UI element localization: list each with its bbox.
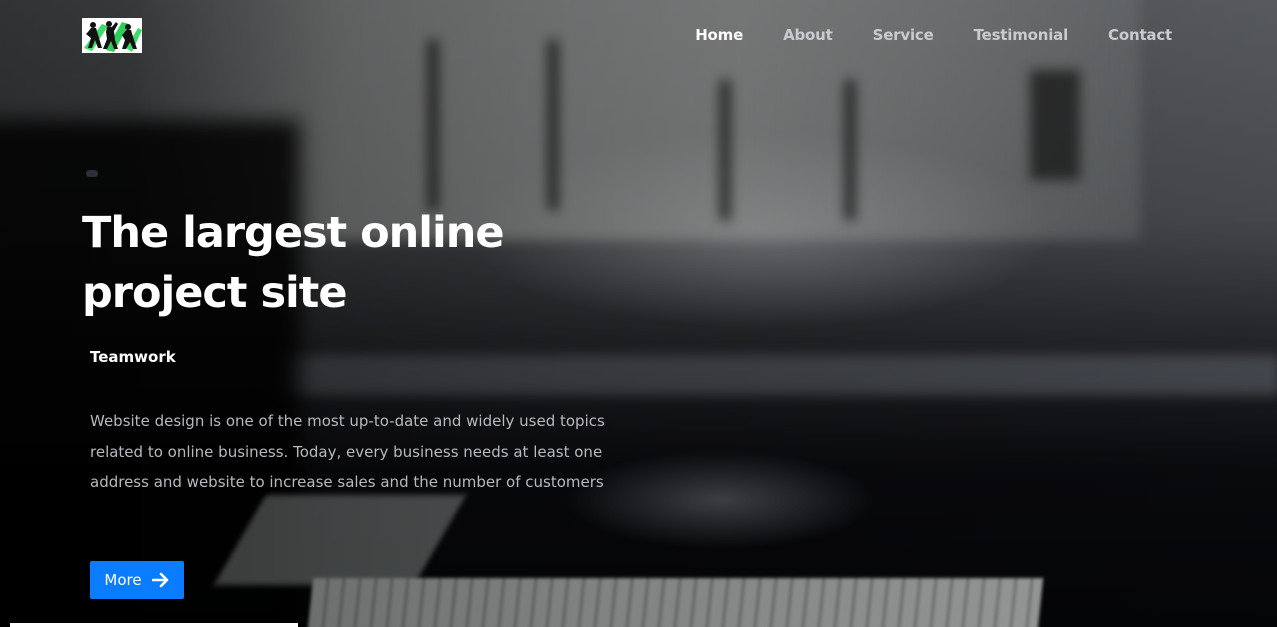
progress-indicator bbox=[10, 623, 298, 627]
teamwork-figures-logo-icon bbox=[82, 18, 142, 53]
nav-item-service[interactable]: Service bbox=[873, 26, 934, 44]
site-logo[interactable] bbox=[82, 18, 142, 53]
hero-section: Home About Service Testimonial Contact T… bbox=[0, 0, 1277, 627]
hero-title: The largest online project site bbox=[82, 208, 505, 318]
decorative-dot bbox=[86, 170, 98, 177]
hero-subtitle: Teamwork bbox=[90, 348, 176, 366]
nav-item-about[interactable]: About bbox=[783, 26, 833, 44]
more-button-label: More bbox=[104, 571, 142, 589]
more-button[interactable]: More bbox=[90, 561, 184, 599]
nav-item-contact[interactable]: Contact bbox=[1108, 26, 1172, 44]
nav-item-home[interactable]: Home bbox=[695, 26, 743, 44]
arrow-right-icon bbox=[151, 572, 170, 588]
main-nav: Home About Service Testimonial Contact bbox=[695, 26, 1172, 44]
hero-description: Website design is one of the most up-to-… bbox=[90, 412, 605, 492]
nav-item-testimonial[interactable]: Testimonial bbox=[974, 26, 1069, 44]
